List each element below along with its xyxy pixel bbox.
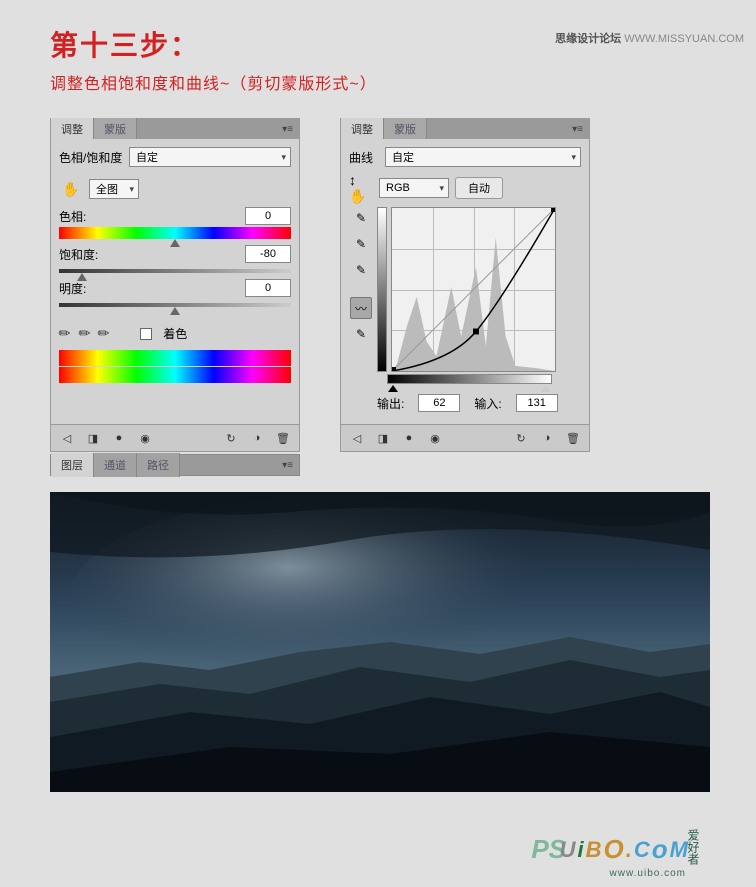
view-icon[interactable]: ◉ xyxy=(137,431,153,445)
hand-scrub-icon-curves[interactable]: ↕✋ xyxy=(349,178,373,198)
tab-channels[interactable]: 通道 xyxy=(94,453,137,477)
watermark-brand: UiBO.CoM xyxy=(560,834,688,865)
eye-icon[interactable]: ● xyxy=(401,431,417,445)
tab-paths[interactable]: 路径 xyxy=(137,453,180,477)
output-gradient xyxy=(377,207,387,372)
step-subtitle: 调整色相饱和度和曲线~（剪切蒙版形式~） xyxy=(50,70,756,94)
hue-slider-group: 色相: xyxy=(59,207,291,239)
black-point-slider[interactable] xyxy=(388,385,398,392)
previous-icon[interactable]: ◑ xyxy=(539,431,555,445)
preview-image xyxy=(50,492,710,792)
curves-preset-dropdown[interactable]: 自定 xyxy=(385,147,581,167)
hue-slider-thumb[interactable] xyxy=(170,239,180,247)
forum-name: 思缘设计论坛 xyxy=(555,33,621,45)
lightness-slider-thumb[interactable] xyxy=(170,307,180,315)
view-icon[interactable]: ◉ xyxy=(427,431,443,445)
saturation-slider-track[interactable] xyxy=(59,269,291,273)
hsl-type-label: 色相/饱和度 xyxy=(59,149,123,166)
hand-scrub-icon[interactable]: ✋ xyxy=(59,179,83,199)
clip-icon[interactable]: ◨ xyxy=(85,431,101,445)
header-watermark: 思缘设计论坛 WWW.MISSYUAN.COM xyxy=(555,30,744,46)
colorize-checkbox[interactable] xyxy=(140,328,152,340)
curve-pencil-tool-icon[interactable]: ✎ xyxy=(350,323,372,345)
curves-panel: 调整 蒙版 ▾≡ 曲线 自定 ↕✋ RGB 自动 ✎ ✎ xyxy=(340,118,590,452)
eye-icon[interactable]: ● xyxy=(111,431,127,445)
eyedropper-icon[interactable]: ✎ xyxy=(55,323,75,343)
curve-point-tool-icon[interactable]: 〰 xyxy=(350,297,372,319)
eyedropper-subtract-icon[interactable]: ✎ xyxy=(94,323,114,343)
input-gradient[interactable] xyxy=(387,374,552,384)
saturation-value-input[interactable] xyxy=(245,245,291,263)
input-value-input[interactable] xyxy=(516,394,558,412)
reset-icon[interactable]: ↻ xyxy=(513,431,529,445)
hsl-footer: ◁ ◨ ● ◉ ↻ ◑ 🗑 xyxy=(51,424,299,451)
panel-menu-icon-curves[interactable]: ▾≡ xyxy=(566,124,589,135)
eyedropper-gray-icon[interactable]: ✎ xyxy=(350,233,372,255)
tab-masks-curves[interactable]: 蒙版 xyxy=(384,118,427,140)
return-arrow-icon[interactable]: ◁ xyxy=(349,431,365,445)
curves-graph[interactable] xyxy=(391,207,556,372)
curves-preset-value: 自定 xyxy=(392,149,414,165)
colorize-label: 着色 xyxy=(163,325,187,342)
previous-icon[interactable]: ◑ xyxy=(249,431,265,445)
trash-icon[interactable]: 🗑 xyxy=(565,431,581,445)
saturation-slider-thumb[interactable] xyxy=(77,273,87,281)
hsl-preset-value: 自定 xyxy=(136,149,158,165)
hue-label: 色相: xyxy=(59,208,86,225)
curves-tab-bar: 调整 蒙版 ▾≡ xyxy=(341,119,589,139)
return-arrow-icon[interactable]: ◁ xyxy=(59,431,75,445)
hsl-target-value: 全图 xyxy=(96,181,118,197)
clip-icon[interactable]: ◨ xyxy=(375,431,391,445)
trash-icon[interactable]: 🗑 xyxy=(275,431,291,445)
lightness-value-input[interactable] xyxy=(245,279,291,297)
eyedropper-white-icon[interactable]: ✎ xyxy=(350,259,372,281)
hsl-preset-dropdown[interactable]: 自定 xyxy=(129,147,291,167)
lightness-label: 明度: xyxy=(59,280,86,297)
hsl-target-dropdown[interactable]: 全图 xyxy=(89,179,139,199)
spectrum-bottom xyxy=(59,367,291,383)
saturation-slider-group: 饱和度: xyxy=(59,245,291,273)
input-label: 输入: xyxy=(474,395,501,412)
tab-masks[interactable]: 蒙版 xyxy=(94,118,137,140)
output-label: 输出: xyxy=(377,395,404,412)
forum-url: WWW.MISSYUAN.COM xyxy=(624,33,744,45)
curve-line xyxy=(392,208,555,371)
spectrum-top xyxy=(59,350,291,366)
curves-type-label: 曲线 xyxy=(349,149,379,166)
tab-adjustments[interactable]: 调整 xyxy=(51,118,94,140)
lightness-slider-track[interactable] xyxy=(59,303,291,307)
lightness-slider-group: 明度: xyxy=(59,279,291,307)
curve-control-point[interactable] xyxy=(473,329,479,335)
white-point-slider[interactable] xyxy=(541,385,551,392)
tab-adjustments-curves[interactable]: 调整 xyxy=(341,118,384,140)
hsl-panel: 调整 蒙版 ▾≡ 色相/饱和度 自定 ✋ 全图 色相: xyxy=(50,118,300,452)
curves-footer: ◁ ◨ ● ◉ ↻ ◑ 🗑 xyxy=(341,424,589,451)
hsl-tab-bar: 调整 蒙版 ▾≡ xyxy=(51,119,299,139)
watermark-url-small: www.uibo.com xyxy=(610,868,686,879)
eyedropper-black-icon[interactable]: ✎ xyxy=(350,207,372,229)
panel-menu-icon[interactable]: ▾≡ xyxy=(276,124,299,135)
hue-value-input[interactable] xyxy=(245,207,291,225)
layers-menu-icon[interactable]: ▾≡ xyxy=(276,460,299,471)
channel-value: RGB xyxy=(386,182,410,194)
eyedropper-add-icon[interactable]: ✎ xyxy=(74,323,94,343)
channel-dropdown[interactable]: RGB xyxy=(379,178,449,198)
hue-slider-track[interactable] xyxy=(59,227,291,239)
reset-icon[interactable]: ↻ xyxy=(223,431,239,445)
saturation-label: 饱和度: xyxy=(59,246,98,263)
tab-layers[interactable]: 图层 xyxy=(51,453,94,477)
output-value-input[interactable] xyxy=(418,394,460,412)
auto-button[interactable]: 自动 xyxy=(455,177,503,199)
watermark-cn: 爱好者 xyxy=(685,829,702,865)
layers-panel-tabs: 图层 通道 路径 ▾≡ xyxy=(50,454,300,476)
